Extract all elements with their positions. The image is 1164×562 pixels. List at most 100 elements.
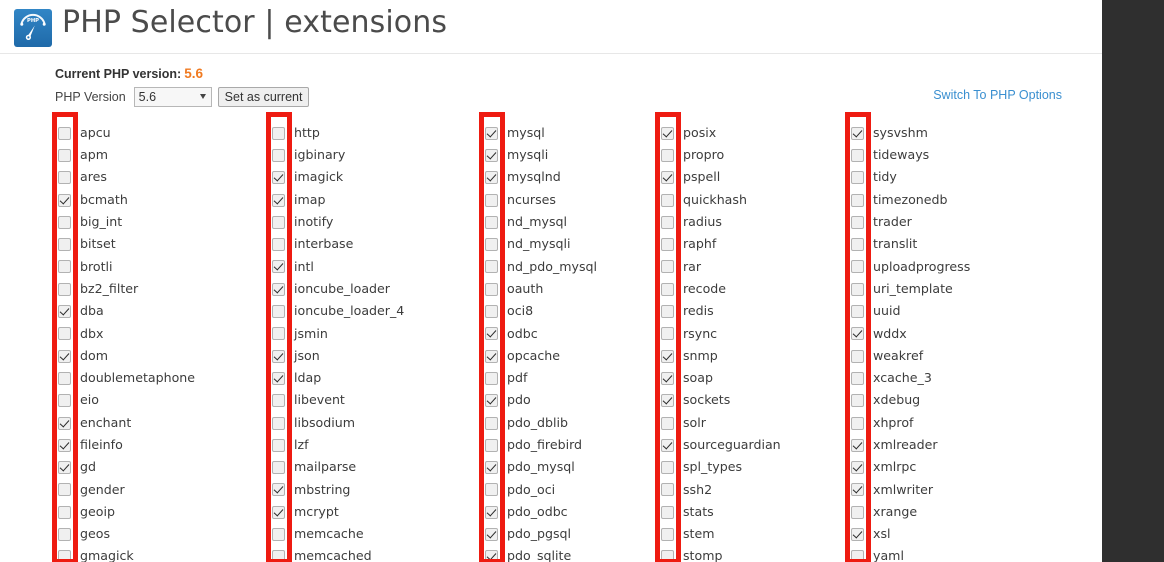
extension-checkbox-xrange[interactable] xyxy=(851,505,864,519)
extension-checkbox-libsodium[interactable] xyxy=(272,416,285,430)
extension-checkbox-dba[interactable] xyxy=(58,305,71,319)
extension-checkbox-pdo_mysql[interactable] xyxy=(485,461,498,475)
extension-checkbox-oauth[interactable] xyxy=(485,282,498,296)
extension-checkbox-uri_template[interactable] xyxy=(851,282,864,296)
extension-checkbox-bcmath[interactable] xyxy=(58,193,71,207)
extension-checkbox-ares[interactable] xyxy=(58,171,71,185)
extension-checkbox-odbc[interactable] xyxy=(485,327,498,341)
extension-checkbox-redis[interactable] xyxy=(661,305,674,319)
extension-checkbox-soap[interactable] xyxy=(661,371,674,385)
extension-checkbox-gd[interactable] xyxy=(58,461,71,475)
extension-checkbox-recode[interactable] xyxy=(661,282,674,296)
extension-checkbox-http[interactable] xyxy=(272,126,285,140)
extension-checkbox-dom[interactable] xyxy=(58,349,71,363)
extension-checkbox-posix[interactable] xyxy=(661,126,674,140)
extension-checkbox-dbx[interactable] xyxy=(58,327,71,341)
extension-checkbox-nd_mysql[interactable] xyxy=(485,215,498,229)
extension-checkbox-jsmin[interactable] xyxy=(272,327,285,341)
extension-checkbox-snmp[interactable] xyxy=(661,349,674,363)
extension-checkbox-lzf[interactable] xyxy=(272,438,285,452)
extension-checkbox-mbstring[interactable] xyxy=(272,483,285,497)
extension-checkbox-apcu[interactable] xyxy=(58,126,71,140)
extension-checkbox-apm[interactable] xyxy=(58,148,71,162)
extension-checkbox-uploadprogress[interactable] xyxy=(851,260,864,274)
extension-checkbox-xhprof[interactable] xyxy=(851,416,864,430)
extension-checkbox-oci8[interactable] xyxy=(485,305,498,319)
extension-checkbox-pdo_firebird[interactable] xyxy=(485,438,498,452)
extension-checkbox-uuid[interactable] xyxy=(851,305,864,319)
extension-checkbox-raphf[interactable] xyxy=(661,238,674,252)
extension-checkbox-rar[interactable] xyxy=(661,260,674,274)
extension-checkbox-sysvshm[interactable] xyxy=(851,126,864,140)
extension-checkbox-bz2_filter[interactable] xyxy=(58,282,71,296)
extension-checkbox-nd_mysqli[interactable] xyxy=(485,238,498,252)
extension-checkbox-mailparse[interactable] xyxy=(272,461,285,475)
extension-checkbox-tidy[interactable] xyxy=(851,171,864,185)
extension-checkbox-weakref[interactable] xyxy=(851,349,864,363)
extension-checkbox-ioncube_loader_4[interactable] xyxy=(272,305,285,319)
extension-checkbox-sockets[interactable] xyxy=(661,394,674,408)
extension-checkbox-rsync[interactable] xyxy=(661,327,674,341)
extension-checkbox-xmlwriter[interactable] xyxy=(851,483,864,497)
extension-checkbox-timezonedb[interactable] xyxy=(851,193,864,207)
extension-checkbox-pdo_sqlite[interactable] xyxy=(485,550,498,562)
extension-checkbox-mysql[interactable] xyxy=(485,126,498,140)
extension-checkbox-propro[interactable] xyxy=(661,148,674,162)
extension-checkbox-xsl[interactable] xyxy=(851,527,864,541)
extension-checkbox-brotli[interactable] xyxy=(58,260,71,274)
extension-checkbox-gmagick[interactable] xyxy=(58,550,71,562)
extension-checkbox-solr[interactable] xyxy=(661,416,674,430)
extension-checkbox-quickhash[interactable] xyxy=(661,193,674,207)
extension-checkbox-stats[interactable] xyxy=(661,505,674,519)
extension-checkbox-eio[interactable] xyxy=(58,394,71,408)
extension-checkbox-geos[interactable] xyxy=(58,527,71,541)
extension-checkbox-mysqlnd[interactable] xyxy=(485,171,498,185)
extension-checkbox-doublemetaphone[interactable] xyxy=(58,371,71,385)
extension-checkbox-inotify[interactable] xyxy=(272,215,285,229)
extension-checkbox-memcached[interactable] xyxy=(272,550,285,562)
extension-checkbox-xmlreader[interactable] xyxy=(851,438,864,452)
extension-checkbox-translit[interactable] xyxy=(851,238,864,252)
extension-checkbox-enchant[interactable] xyxy=(58,416,71,430)
extension-checkbox-spl_types[interactable] xyxy=(661,461,674,475)
extension-checkbox-pdo_odbc[interactable] xyxy=(485,505,498,519)
extension-checkbox-memcache[interactable] xyxy=(272,527,285,541)
extension-checkbox-xmlrpc[interactable] xyxy=(851,461,864,475)
extension-checkbox-fileinfo[interactable] xyxy=(58,438,71,452)
extension-checkbox-ldap[interactable] xyxy=(272,371,285,385)
extension-checkbox-pdo_dblib[interactable] xyxy=(485,416,498,430)
extension-checkbox-json[interactable] xyxy=(272,349,285,363)
extension-checkbox-pdo_oci[interactable] xyxy=(485,483,498,497)
switch-to-php-options-link[interactable]: Switch To PHP Options xyxy=(933,88,1062,102)
extension-checkbox-ioncube_loader[interactable] xyxy=(272,282,285,296)
extension-checkbox-ssh2[interactable] xyxy=(661,483,674,497)
extension-checkbox-xcache_3[interactable] xyxy=(851,371,864,385)
extension-checkbox-pdf[interactable] xyxy=(485,371,498,385)
extension-checkbox-tideways[interactable] xyxy=(851,148,864,162)
php-version-select[interactable]: 5.6 xyxy=(133,87,212,107)
extension-checkbox-gender[interactable] xyxy=(58,483,71,497)
extension-checkbox-imap[interactable] xyxy=(272,193,285,207)
extension-checkbox-pspell[interactable] xyxy=(661,171,674,185)
extension-checkbox-stem[interactable] xyxy=(661,527,674,541)
extension-checkbox-pdo[interactable] xyxy=(485,394,498,408)
extension-checkbox-xdebug[interactable] xyxy=(851,394,864,408)
extension-checkbox-stomp[interactable] xyxy=(661,550,674,562)
extension-checkbox-pdo_pgsql[interactable] xyxy=(485,527,498,541)
extension-checkbox-imagick[interactable] xyxy=(272,171,285,185)
extension-checkbox-igbinary[interactable] xyxy=(272,148,285,162)
extension-checkbox-mcrypt[interactable] xyxy=(272,505,285,519)
extension-checkbox-geoip[interactable] xyxy=(58,505,71,519)
extension-checkbox-bitset[interactable] xyxy=(58,238,71,252)
extension-checkbox-sourceguardian[interactable] xyxy=(661,438,674,452)
extension-checkbox-nd_pdo_mysql[interactable] xyxy=(485,260,498,274)
extension-checkbox-wddx[interactable] xyxy=(851,327,864,341)
set-as-current-button[interactable]: Set as current xyxy=(217,87,310,107)
extension-checkbox-radius[interactable] xyxy=(661,215,674,229)
extension-checkbox-intl[interactable] xyxy=(272,260,285,274)
extension-checkbox-libevent[interactable] xyxy=(272,394,285,408)
extension-checkbox-trader[interactable] xyxy=(851,215,864,229)
extension-checkbox-mysqli[interactable] xyxy=(485,148,498,162)
extension-checkbox-interbase[interactable] xyxy=(272,238,285,252)
extension-checkbox-ncurses[interactable] xyxy=(485,193,498,207)
